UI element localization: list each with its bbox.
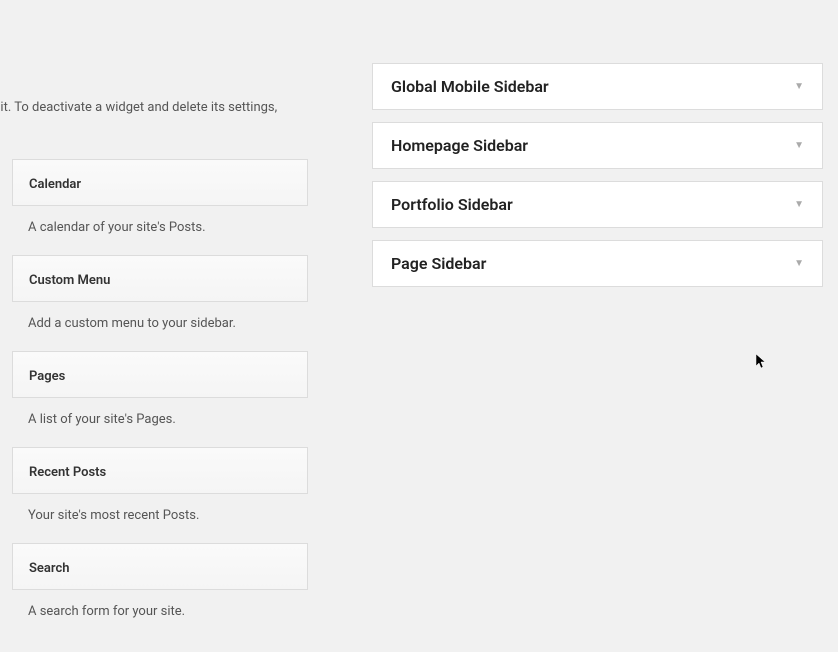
sidebar-area-global-mobile: Global Mobile Sidebar ▼ — [372, 63, 823, 110]
widget-pages-header[interactable]: Pages — [12, 351, 308, 398]
widget-search-header[interactable]: Search — [12, 543, 308, 590]
widget-description: Add a custom menu to your sidebar. — [12, 302, 308, 351]
sidebar-area-portfolio: Portfolio Sidebar ▼ — [372, 181, 823, 228]
sidebar-header-homepage[interactable]: Homepage Sidebar ▼ — [373, 123, 822, 168]
sidebar-title: Page Sidebar — [391, 254, 486, 273]
widget-description: Your site's most recent Posts. — [12, 494, 308, 543]
sidebar-header-global-mobile[interactable]: Global Mobile Sidebar ▼ — [373, 64, 822, 109]
widget-search: Search A search form for your site. — [12, 543, 308, 639]
sidebar-area-homepage: Homepage Sidebar ▼ — [372, 122, 823, 169]
widget-description: A search form for your site. — [12, 590, 308, 639]
sidebar-header-page[interactable]: Page Sidebar ▼ — [373, 241, 822, 286]
sidebar-header-portfolio[interactable]: Portfolio Sidebar ▼ — [373, 182, 822, 227]
widget-title: Pages — [29, 369, 65, 384]
sidebar-title: Homepage Sidebar — [391, 136, 528, 155]
sidebar-area-page: Page Sidebar ▼ — [372, 240, 823, 287]
widget-description: A list of your site's Pages. — [12, 398, 308, 447]
chevron-down-icon: ▼ — [794, 199, 804, 210]
widget-title: Calendar — [29, 177, 81, 192]
widget-pages: Pages A list of your site's Pages. — [12, 351, 308, 447]
widget-custom-menu-header[interactable]: Custom Menu — [12, 255, 308, 302]
widget-custom-menu: Custom Menu Add a custom menu to your si… — [12, 255, 308, 351]
sidebar-title: Global Mobile Sidebar — [391, 77, 549, 96]
sidebar-areas-panel: Global Mobile Sidebar ▼ Homepage Sidebar… — [320, 0, 838, 652]
widget-title: Recent Posts — [29, 465, 106, 480]
sidebar-title: Portfolio Sidebar — [391, 195, 513, 214]
widget-title: Search — [29, 561, 70, 576]
chevron-down-icon: ▼ — [794, 140, 804, 151]
available-widgets-panel: n it. To deactivate a widget and delete … — [0, 0, 320, 652]
widget-recent-posts: Recent Posts Your site's most recent Pos… — [12, 447, 308, 543]
widget-calendar: Calendar A calendar of your site's Posts… — [12, 159, 308, 255]
widget-recent-posts-header[interactable]: Recent Posts — [12, 447, 308, 494]
widget-description: A calendar of your site's Posts. — [12, 206, 308, 255]
widgets-intro-text: n it. To deactivate a widget and delete … — [0, 100, 308, 115]
chevron-down-icon: ▼ — [794, 258, 804, 269]
widget-calendar-header[interactable]: Calendar — [12, 159, 308, 206]
widget-title: Custom Menu — [29, 273, 110, 288]
chevron-down-icon: ▼ — [794, 81, 804, 92]
